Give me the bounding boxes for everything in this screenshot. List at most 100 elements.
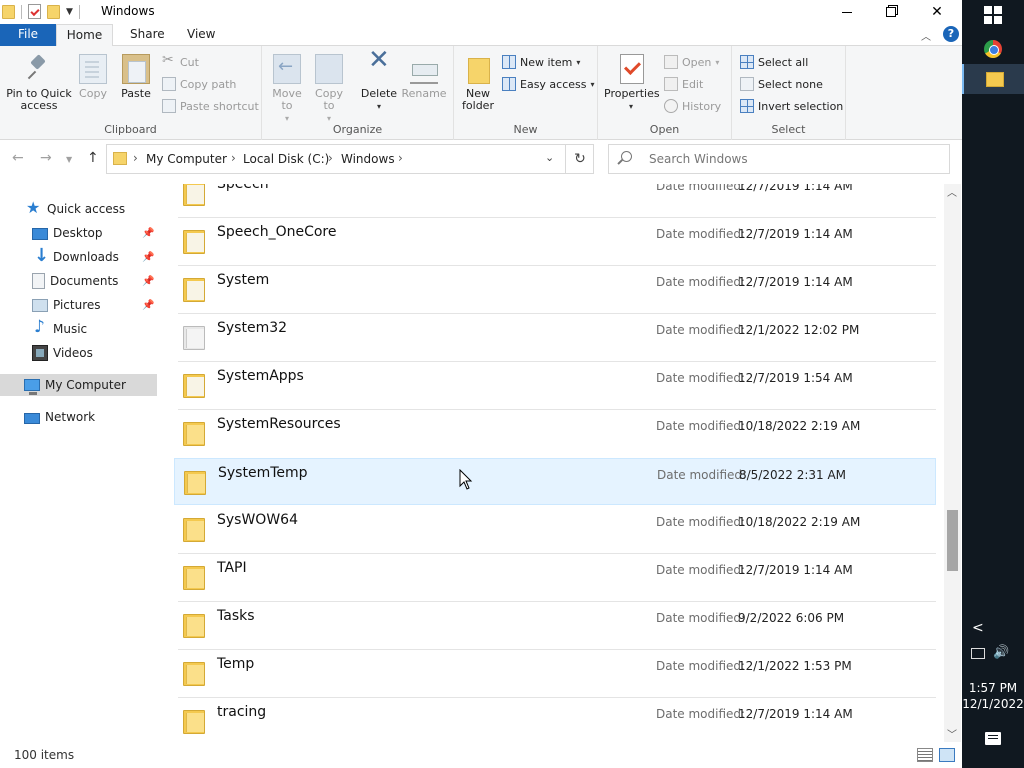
chrome-icon[interactable]: [984, 40, 1002, 58]
history-button[interactable]: History: [664, 96, 721, 116]
edit-button[interactable]: Edit: [664, 74, 703, 94]
tab-view[interactable]: View: [175, 24, 227, 46]
chevron-right-icon[interactable]: ›: [328, 151, 333, 165]
paste-shortcut-button[interactable]: Paste shortcut: [162, 96, 259, 116]
invert-selection-button[interactable]: Invert selection: [740, 96, 843, 116]
date-modified-label: Date modified:: [656, 419, 746, 433]
chevron-right-icon[interactable]: ›: [231, 151, 236, 165]
file-row[interactable]: TAPI Date modified: 12/7/2019 1:14 AM: [174, 554, 936, 601]
back-arrow-icon[interactable]: ←: [12, 150, 24, 166]
file-explorer-taskbar-icon[interactable]: [962, 64, 1024, 94]
date-modified-label: Date modified:: [656, 275, 746, 289]
breadcrumb-windows[interactable]: Windows: [341, 152, 395, 166]
tab-share[interactable]: Share: [118, 24, 177, 46]
date-modified-label: Date modified:: [657, 468, 747, 482]
easy-access-button[interactable]: Easy access ▾: [502, 74, 595, 94]
volume-icon[interactable]: 🔊: [993, 645, 1009, 660]
file-row[interactable]: SystemTemp Date modified: 8/5/2022 2:31 AM: [174, 458, 936, 505]
search-box[interactable]: Search Windows: [608, 144, 950, 174]
paste-label: Paste: [121, 87, 151, 100]
notification-center-icon[interactable]: [985, 732, 1001, 745]
nav-item-downloads[interactable]: Downloads 📌: [0, 245, 157, 268]
recent-locations-dropdown-icon[interactable]: ▼: [66, 155, 72, 164]
scrollbar-thumb[interactable]: [947, 510, 958, 571]
pin-icon[interactable]: 📌: [142, 228, 154, 239]
large-icons-view-icon[interactable]: [939, 748, 955, 762]
nav-item-quick-access[interactable]: Quick access: [0, 198, 157, 220]
videos-icon: [32, 345, 48, 361]
file-row[interactable]: Tasks Date modified: 9/2/2022 6:06 PM: [174, 602, 936, 649]
windows-start-icon[interactable]: [984, 6, 1002, 24]
tab-home[interactable]: Home: [56, 24, 113, 47]
new-group-label: New: [513, 123, 538, 136]
chevron-right-icon[interactable]: ›: [133, 151, 138, 165]
nav-item-network[interactable]: Network: [0, 406, 157, 428]
new-folder-button[interactable]: New folder: [460, 54, 496, 112]
file-row[interactable]: SystemApps Date modified: 12/7/2019 1:54 A…: [174, 362, 936, 409]
rename-button[interactable]: Rename: [400, 54, 448, 100]
new-item-label: New item: [520, 55, 573, 69]
nav-item-desktop[interactable]: Desktop 📌: [0, 222, 157, 244]
file-row[interactable]: tracing Date modified: 12/7/2019 1:14 AM: [174, 698, 936, 742]
network-tray-icon[interactable]: [971, 648, 985, 659]
copy-to-button[interactable]: Copy to ▾: [310, 54, 348, 125]
properties-quick-icon[interactable]: [28, 4, 41, 19]
forward-arrow-icon[interactable]: →: [40, 150, 52, 166]
file-explorer-window: ▼ Windows ✕ File Home Share View ︿ ? Pin…: [0, 0, 962, 768]
paste-button[interactable]: Paste: [118, 54, 154, 100]
nav-item-pictures[interactable]: Pictures 📌: [0, 294, 157, 316]
move-to-button[interactable]: Move to ▾: [268, 54, 306, 125]
file-row[interactable]: System32 Date modified: 12/1/2022 12:02 PM: [174, 314, 936, 361]
file-row[interactable]: Temp Date modified: 12/1/2022 1:53 PM: [174, 650, 936, 697]
nav-item-my-computer[interactable]: My Computer: [0, 374, 157, 396]
chevron-down-icon[interactable]: ⌄: [545, 151, 554, 164]
nav-label: Videos: [53, 346, 93, 360]
cut-button[interactable]: Cut: [162, 52, 199, 72]
minimize-button[interactable]: [824, 0, 870, 24]
help-icon[interactable]: ?: [943, 26, 959, 42]
breadcrumb-my-computer[interactable]: My Computer: [146, 152, 227, 166]
copy-path-button[interactable]: Copy path: [162, 74, 236, 94]
scroll-up-icon[interactable]: ︿: [947, 184, 957, 199]
file-row[interactable]: System Date modified: 12/7/2019 1:14 AM: [174, 266, 936, 313]
pin-to-quick-access-button[interactable]: Pin to Quick access: [4, 54, 74, 112]
breadcrumb-local-disk[interactable]: Local Disk (C:): [243, 152, 329, 166]
nav-item-videos[interactable]: Videos: [0, 342, 157, 364]
nav-item-music[interactable]: Music: [0, 317, 157, 340]
vertical-scrollbar[interactable]: ︿ ﹀: [944, 184, 961, 742]
restore-button[interactable]: [868, 0, 914, 24]
new-folder-quick-icon[interactable]: [47, 4, 60, 19]
delete-button[interactable]: Delete ▾: [358, 54, 400, 113]
copy-button[interactable]: Copy: [76, 54, 110, 100]
chevron-right-icon[interactable]: ›: [398, 151, 403, 165]
file-row[interactable]: Speech_OneCore Date modified: 12/7/2019 1:…: [174, 218, 936, 265]
properties-button[interactable]: Properties ▾: [604, 54, 660, 113]
refresh-icon[interactable]: ↻: [565, 145, 594, 173]
new-item-button[interactable]: New item ▾: [502, 52, 580, 72]
scroll-down-icon[interactable]: ﹀: [947, 726, 957, 741]
file-row[interactable]: Speech Date modified: 12/7/2019 1:14 AM: [174, 184, 936, 217]
pin-icon[interactable]: 📌: [142, 276, 154, 287]
date-modified-label: Date modified:: [656, 659, 746, 673]
close-button[interactable]: ✕: [914, 0, 960, 24]
chevron-left-icon[interactable]: <: [972, 620, 984, 636]
open-button[interactable]: Open ▾: [664, 52, 719, 72]
pin-icon[interactable]: 📌: [142, 252, 154, 263]
address-bar[interactable]: › My Computer › Local Disk (C:) › Window…: [106, 144, 594, 174]
minimize-ribbon-chevron-icon[interactable]: ︿: [921, 28, 931, 43]
tab-file[interactable]: File: [0, 24, 56, 46]
select-none-icon: [740, 77, 754, 91]
nav-item-documents[interactable]: Documents 📌: [0, 270, 157, 292]
customize-toolbar-dropdown-icon[interactable]: ▼: [66, 7, 73, 17]
up-arrow-icon[interactable]: ↑: [87, 150, 99, 166]
select-all-button[interactable]: Select all: [740, 52, 808, 72]
desktop-icon: [32, 228, 48, 240]
file-row[interactable]: SystemResources Date modified: 10/18/2022 …: [174, 410, 936, 457]
date-modified-label: Date modified:: [656, 184, 746, 193]
file-row[interactable]: SysWOW64 Date modified: 10/18/2022 2:19 AM: [174, 506, 936, 553]
select-none-button[interactable]: Select none: [740, 74, 823, 94]
clock[interactable]: 1:57 PM 12/1/2022: [962, 680, 1024, 712]
pin-icon[interactable]: 📌: [142, 300, 154, 311]
dropdown-arrow-icon: ▾: [376, 102, 381, 111]
details-view-icon[interactable]: [917, 748, 933, 762]
